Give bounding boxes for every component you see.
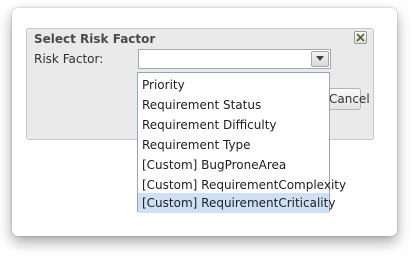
dialog-title: Select Risk Factor [34, 32, 156, 46]
risk-factor-select[interactable] [138, 49, 331, 69]
dropdown-option[interactable]: [Custom] RequirementComplexity [138, 175, 346, 195]
dropdown-option[interactable]: [Custom] BugProneArea [138, 155, 329, 175]
dropdown-option-highlighted[interactable]: [Custom] RequirementCriticality [138, 193, 335, 213]
dropdown-option[interactable]: Requirement Status [138, 95, 329, 115]
risk-factor-dropdown-list[interactable]: Priority Requirement Status Requirement … [137, 72, 346, 213]
risk-factor-label: Risk Factor: [34, 52, 104, 66]
close-button[interactable] [354, 31, 367, 44]
dropdown-arrow[interactable] [311, 51, 329, 67]
dropdown-option[interactable]: Priority [138, 75, 329, 95]
dropdown-option[interactable]: Requirement Difficulty [138, 115, 329, 135]
close-icon [356, 33, 365, 42]
cancel-button-label: Cancel [329, 92, 370, 106]
dropdown-option[interactable]: Requirement Type [138, 135, 329, 155]
chevron-down-icon [316, 56, 324, 61]
